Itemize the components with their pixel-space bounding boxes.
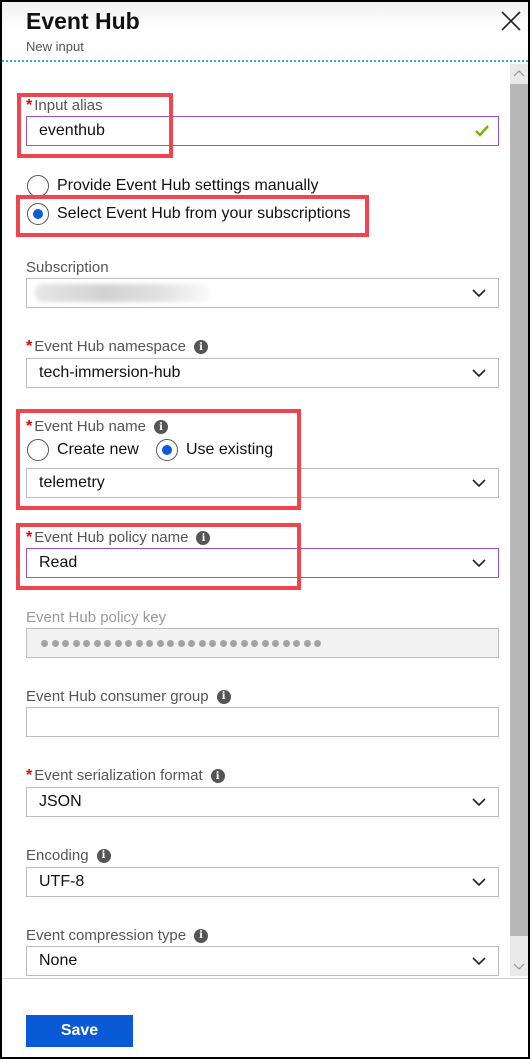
mask-dot xyxy=(314,639,321,647)
input-alias-value: eventhub xyxy=(39,122,105,139)
save-button[interactable]: Save xyxy=(26,1015,133,1047)
info-icon[interactable]: i xyxy=(153,420,168,434)
mask-dot xyxy=(72,639,80,647)
mask-dot xyxy=(272,639,279,647)
event-hub-blade: Event Hub New input * Input alias eventhu… xyxy=(0,0,530,1059)
redacted-subscription-value xyxy=(35,284,210,302)
radio-provide-manually[interactable]: Provide Event Hub settings manually xyxy=(27,175,318,197)
mask-dot xyxy=(293,639,300,647)
chevron-down-icon xyxy=(472,369,486,378)
radio-select-from-subscriptions[interactable]: Select Event Hub from your subscriptions xyxy=(27,203,350,225)
consumer-group-input[interactable] xyxy=(26,707,499,737)
footer-divider xyxy=(2,978,528,979)
mask-dot xyxy=(41,639,48,647)
scroll-down-button[interactable] xyxy=(510,958,528,976)
scrollbar-thumb[interactable] xyxy=(510,84,528,936)
scroll-up-button[interactable] xyxy=(510,64,528,82)
chevron-down-icon xyxy=(472,798,486,807)
mask-dot xyxy=(93,639,101,647)
info-icon[interactable]: i xyxy=(196,531,211,545)
radio-button-selected[interactable] xyxy=(27,203,49,225)
required-asterisk: * xyxy=(26,97,33,114)
mask-dot xyxy=(261,639,269,647)
close-icon xyxy=(501,11,521,31)
mask-dot xyxy=(303,639,311,647)
radio-button-selected[interactable] xyxy=(156,439,178,461)
input-alias-field[interactable]: eventhub xyxy=(26,116,499,146)
vertical-scrollbar[interactable] xyxy=(510,64,528,976)
mask-dot xyxy=(209,639,216,647)
info-icon[interactable]: i xyxy=(210,769,225,783)
input-alias-label: * Input alias xyxy=(26,97,103,114)
info-icon[interactable]: i xyxy=(194,340,208,354)
encoding-dropdown[interactable]: UTF-8 xyxy=(26,867,499,897)
mask-dot xyxy=(188,639,195,647)
serialization-dropdown[interactable]: JSON xyxy=(26,787,499,817)
mask-dot xyxy=(135,639,143,647)
mask-dot xyxy=(83,639,90,647)
radio-button[interactable] xyxy=(27,439,49,461)
encoding-label: Encoding i xyxy=(26,847,111,864)
required-asterisk: * xyxy=(26,338,33,355)
chevron-down-icon xyxy=(513,963,525,970)
policy-name-label: * Event Hub policy name i xyxy=(26,529,211,547)
mask-dot xyxy=(156,639,164,647)
required-asterisk: * xyxy=(26,418,33,435)
blade-title: Event Hub xyxy=(26,8,140,34)
mask-dot xyxy=(251,639,258,647)
mask-dot xyxy=(125,639,132,647)
consumer-group-label: Event Hub consumer group i xyxy=(26,688,231,705)
subscription-label: Subscription xyxy=(26,259,109,276)
chevron-up-icon xyxy=(513,70,525,77)
info-icon[interactable]: i xyxy=(216,689,231,704)
required-asterisk: * xyxy=(26,767,33,784)
chevron-down-icon xyxy=(472,479,486,488)
chevron-down-icon xyxy=(472,957,486,966)
required-asterisk: * xyxy=(26,529,33,546)
namespace-label: * Event Hub namespace i xyxy=(26,338,208,356)
masked-key-value xyxy=(41,639,321,647)
policy-key-label: Event Hub policy key xyxy=(26,609,167,626)
info-icon[interactable]: i xyxy=(194,928,209,943)
radio-button[interactable] xyxy=(27,175,49,197)
chevron-down-icon xyxy=(472,289,486,298)
subscription-dropdown[interactable] xyxy=(26,278,499,308)
serialization-label: * Event serialization format i xyxy=(26,767,225,785)
mask-dot xyxy=(240,639,248,647)
mask-dot xyxy=(51,639,59,647)
chevron-down-icon xyxy=(472,559,486,568)
namespace-dropdown[interactable]: tech-immersion-hub xyxy=(26,358,499,388)
policy-name-dropdown[interactable]: Read xyxy=(26,548,499,578)
mask-dot xyxy=(146,639,153,647)
chevron-down-icon xyxy=(472,878,486,887)
mask-dot xyxy=(230,639,237,647)
mask-dot xyxy=(62,639,69,647)
compression-label: Event compression type i xyxy=(26,927,209,944)
mask-dot xyxy=(177,639,185,647)
mask-dot xyxy=(198,639,206,647)
info-icon[interactable]: i xyxy=(96,848,111,863)
close-button[interactable] xyxy=(500,10,522,32)
compression-dropdown[interactable]: None xyxy=(26,946,499,976)
mask-dot xyxy=(167,639,174,647)
mask-dot xyxy=(282,639,290,647)
mask-dot xyxy=(114,639,122,647)
policy-key-field xyxy=(26,628,499,658)
header-divider xyxy=(2,60,528,62)
hub-name-dropdown[interactable]: telemetry xyxy=(26,468,499,498)
mask-dot xyxy=(219,639,227,647)
hub-name-label: * Event Hub name i xyxy=(26,418,168,436)
mask-dot xyxy=(104,639,111,647)
blade-header: Event Hub New input xyxy=(2,2,528,62)
radio-use-existing[interactable]: Use existing xyxy=(156,439,273,461)
blade-subtitle: New input xyxy=(26,39,84,54)
radio-create-new[interactable]: Create new xyxy=(27,439,139,461)
checkmark-icon xyxy=(475,125,489,137)
